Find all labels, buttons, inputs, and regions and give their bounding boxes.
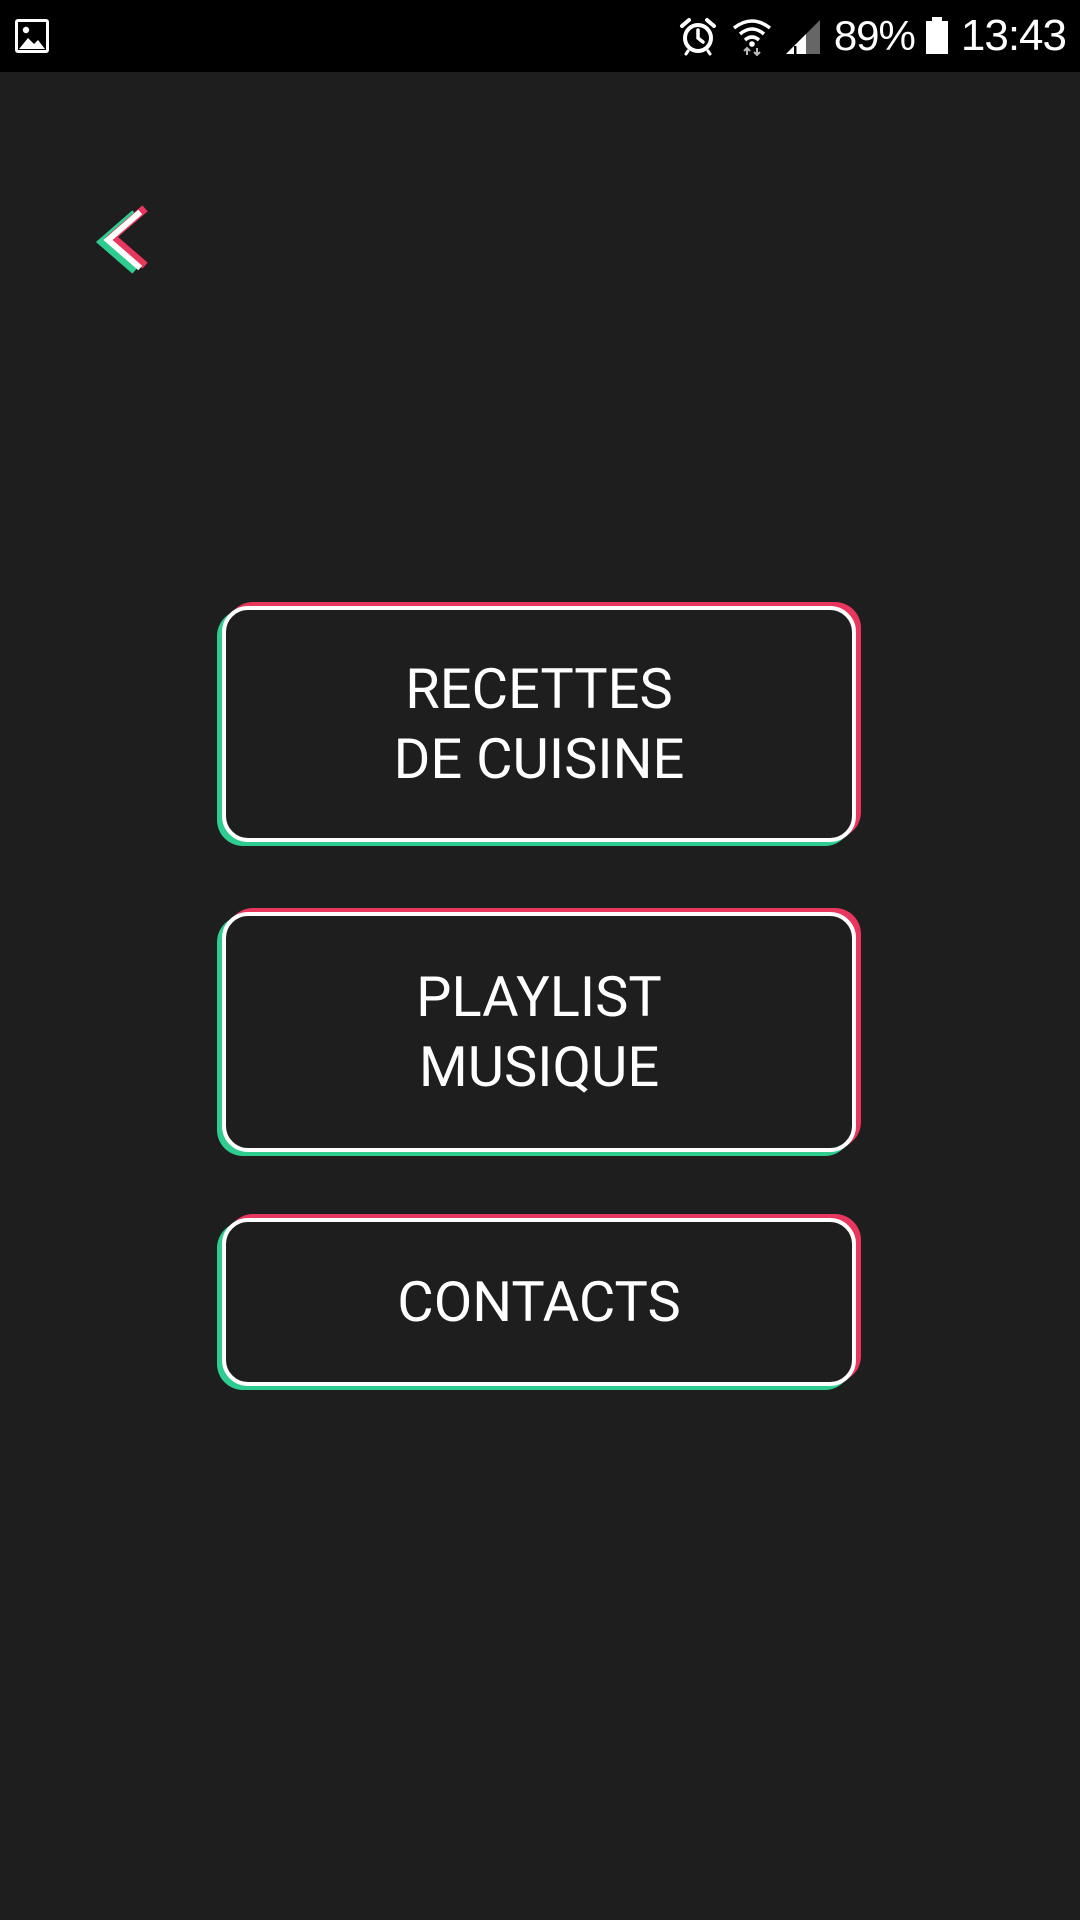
recettes-label-line1: RECETTES — [405, 656, 673, 722]
status-bar: 89% 13:43 — [0, 0, 1080, 72]
chevron-left-icon — [95, 205, 148, 274]
recettes-de-cuisine-button[interactable]: RECETTES DE CUISINE — [222, 606, 856, 842]
playlist-label-line1: PLAYLIST — [416, 964, 662, 1030]
back-button[interactable] — [92, 204, 152, 274]
clock: 13:43 — [960, 11, 1067, 60]
contacts-label-line1: CONTACTS — [397, 1269, 681, 1335]
playlist-musique-button[interactable]: PLAYLIST MUSIQUE — [222, 912, 856, 1152]
recettes-label-line2: DE CUISINE — [393, 726, 685, 792]
playlist-button-label: PLAYLIST MUSIQUE — [416, 962, 662, 1102]
status-indicators: 89% 13:43 — [678, 0, 1067, 72]
signal-icon — [785, 20, 820, 54]
gallery-icon — [15, 19, 49, 53]
recettes-button-label: RECETTES DE CUISINE — [394, 654, 685, 794]
playlist-label-line2: MUSIQUE — [418, 1034, 660, 1100]
contacts-button[interactable]: CONTACTS — [222, 1218, 856, 1386]
alarm-icon — [679, 18, 716, 56]
battery-percent: 89% — [833, 12, 916, 59]
contacts-button-label: CONTACTS — [397, 1267, 681, 1337]
wifi-icon — [732, 19, 771, 56]
battery-icon — [925, 17, 948, 54]
